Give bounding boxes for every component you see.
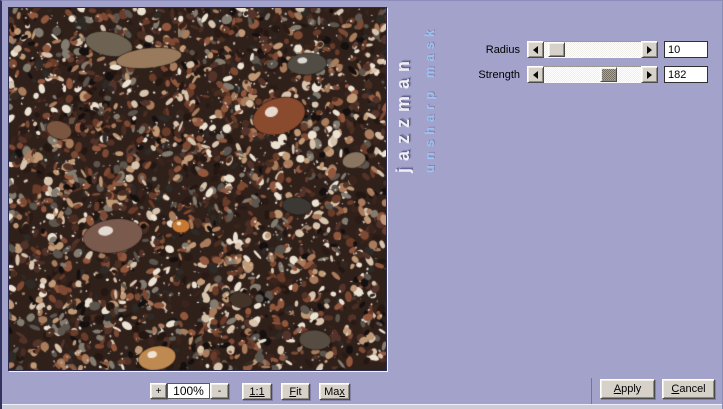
fit-button[interactable]: Fit: [281, 383, 310, 400]
zoom-level-display: 100%: [167, 383, 210, 399]
brand-title-vertical: jazzman: [393, 23, 414, 173]
divider-line: [591, 378, 592, 405]
radius-slider-thumb[interactable]: [548, 42, 565, 57]
strength-slider-track[interactable]: [544, 66, 641, 83]
bottom-edge-strip: [2, 404, 722, 409]
radius-slider: [527, 41, 658, 58]
strength-value-input[interactable]: [664, 66, 708, 83]
apply-button[interactable]: Apply: [600, 379, 655, 399]
arrow-left-icon: [533, 46, 538, 54]
radius-value-input[interactable]: [664, 41, 708, 58]
strength-label: Strength: [454, 68, 520, 82]
plugin-dialog: jazzman unsharp mask Radius Strength + 1…: [0, 0, 723, 409]
max-button[interactable]: Max: [319, 383, 350, 400]
radius-slider-track[interactable]: [544, 41, 641, 58]
arrow-right-icon: [647, 71, 652, 79]
strength-slider: [527, 66, 658, 83]
strength-scroll-right-button[interactable]: [641, 66, 658, 83]
arrow-left-icon: [533, 71, 538, 79]
radius-scroll-left-button[interactable]: [527, 41, 544, 58]
radius-label: Radius: [454, 43, 520, 57]
radius-scroll-right-button[interactable]: [641, 41, 658, 58]
zoom-in-button[interactable]: +: [150, 383, 167, 399]
cancel-button[interactable]: Cancel: [662, 379, 715, 399]
actual-size-button[interactable]: 1:1: [242, 383, 272, 400]
preview-frame: [8, 7, 387, 371]
strength-scroll-left-button[interactable]: [527, 66, 544, 83]
zoom-out-button[interactable]: -: [210, 383, 229, 399]
filter-name-vertical: unsharp mask: [422, 3, 437, 173]
strength-slider-thumb[interactable]: [600, 67, 617, 82]
arrow-right-icon: [647, 46, 652, 54]
preview-image[interactable]: [9, 8, 386, 370]
